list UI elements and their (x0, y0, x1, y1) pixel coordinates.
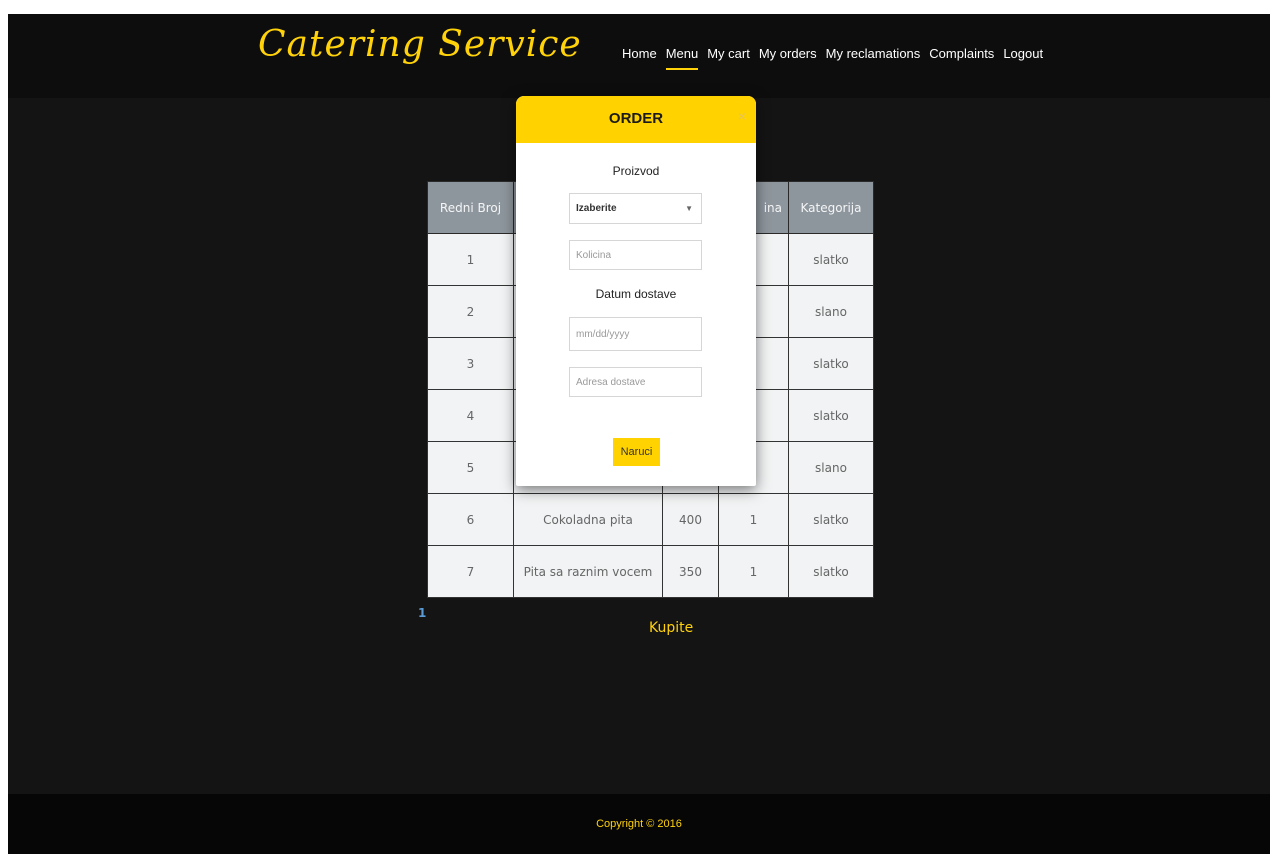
col-redni-broj: Redni Broj (427, 181, 514, 234)
page-frame: Catering Service Home Menu My cart My or… (8, 14, 1270, 854)
delivery-date-label: Datum dostave (595, 287, 677, 301)
table-row[interactable]: 6 Cokoladna pita 400 1 slatko (427, 493, 874, 546)
nav-my-cart[interactable]: My cart (707, 46, 750, 70)
quantity-input[interactable]: Kolicina (569, 240, 702, 270)
product-label: Proizvod (612, 164, 660, 178)
chevron-down-icon: ▼ (685, 204, 693, 213)
table-row[interactable]: 7 Pita sa raznim vocem 350 1 slatko (427, 545, 874, 598)
cell-price: 400 (662, 493, 719, 546)
product-select-value: Izaberite (576, 203, 617, 214)
cell-price: 350 (662, 545, 719, 598)
top-navbar: Catering Service Home Menu My cart My or… (8, 14, 1270, 98)
nav-menu[interactable]: Menu (665, 46, 699, 70)
modal-header: ORDER × (516, 96, 756, 143)
cell-number: 7 (427, 545, 514, 598)
cell-quantity: 1 (718, 545, 789, 598)
buy-link[interactable]: Kupite (649, 620, 693, 636)
order-modal: ORDER × Proizvod Izaberite ▼ Kolicina Da… (516, 96, 756, 486)
order-submit-button[interactable]: Naruci (613, 438, 660, 466)
cell-number: 3 (427, 337, 514, 390)
cell-number: 4 (427, 389, 514, 442)
delivery-address-input[interactable]: Adresa dostave (569, 367, 702, 397)
cell-category: slatko (788, 545, 874, 598)
nav-my-orders[interactable]: My orders (759, 46, 817, 70)
cell-number: 2 (427, 285, 514, 338)
delivery-date-input[interactable]: mm/dd/yyyy (569, 317, 702, 351)
modal-title: ORDER (608, 110, 664, 127)
cell-name: Cokoladna pita (513, 493, 663, 546)
col-kategorija: Kategorija (788, 181, 874, 234)
nav-home[interactable]: Home (622, 46, 657, 70)
nav-logout[interactable]: Logout (1003, 46, 1043, 70)
cell-quantity: 1 (718, 493, 789, 546)
cell-name: Pita sa raznim vocem (513, 545, 663, 598)
footer: Copyright © 2016 (8, 794, 1270, 854)
close-icon[interactable]: × (738, 108, 746, 124)
cell-category: slatko (788, 389, 874, 442)
cell-category: slatko (788, 233, 874, 286)
product-select[interactable]: Izaberite ▼ (569, 193, 702, 224)
cell-category: slatko (788, 337, 874, 390)
cell-number: 5 (427, 441, 514, 494)
brand-logo[interactable]: Catering Service (258, 24, 582, 65)
cell-category: slatko (788, 493, 874, 546)
cell-category: slano (788, 285, 874, 338)
copyright-text: Copyright © 2016 (596, 818, 682, 830)
cell-category: slano (788, 441, 874, 494)
cell-number: 1 (427, 233, 514, 286)
cell-number: 6 (427, 493, 514, 546)
nav-my-reclamations[interactable]: My reclamations (826, 46, 921, 70)
nav-complaints[interactable]: Complaints (929, 46, 994, 70)
main-nav: Home Menu My cart My orders My reclamati… (622, 46, 1052, 70)
pagination-page-1[interactable]: 1 (418, 606, 426, 620)
